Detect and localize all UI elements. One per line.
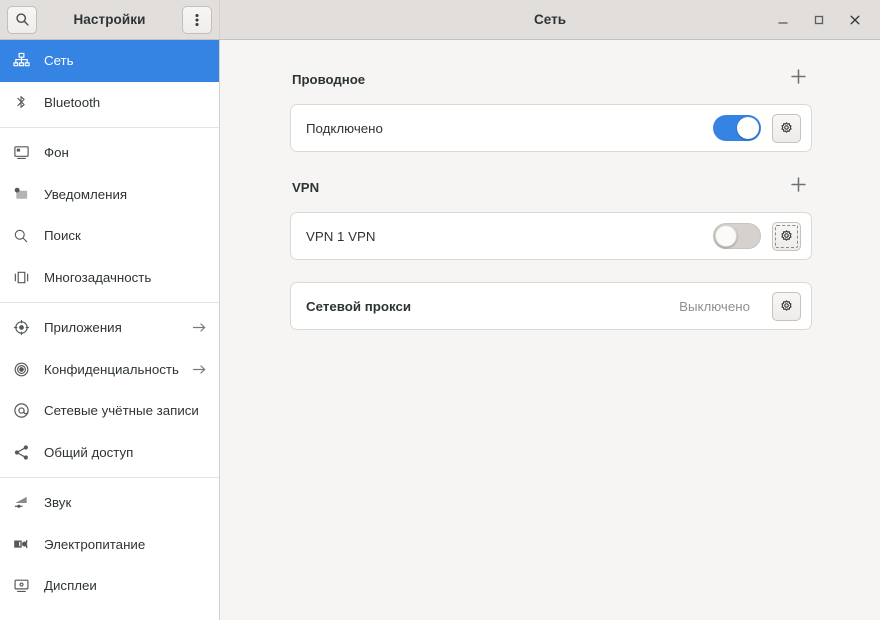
sidebar-item-label: Поиск: [44, 228, 81, 243]
gear-icon: [779, 299, 794, 314]
sidebar-item-12[interactable]: Электропитание: [0, 524, 219, 566]
network-icon: [10, 52, 32, 70]
sidebar-item-label: Приложения: [44, 320, 122, 335]
wallpaper-icon: [10, 144, 32, 162]
applications-icon: [10, 319, 32, 337]
sidebar-item-6[interactable]: Многозадачность: [0, 257, 219, 299]
maximize-button[interactable]: [808, 9, 830, 31]
sidebar-header: Настройки: [0, 0, 220, 39]
sidebar-item-label: Дисплеи: [44, 578, 97, 593]
connection-label: Подключено: [306, 121, 383, 136]
sidebar-item-label: Сетевые учётные записи: [44, 403, 199, 418]
connection-label: Сетевой прокси: [306, 299, 411, 314]
sound-icon: [10, 494, 32, 512]
window-controls: [772, 9, 880, 31]
sidebar-item-11[interactable]: Звук: [0, 482, 219, 524]
sidebar-item-label: Уведомления: [44, 187, 127, 202]
menu-dots-icon: [195, 12, 199, 28]
privacy-icon: [10, 360, 32, 378]
close-button[interactable]: [844, 9, 866, 31]
network-section-1: Проводное Подключено: [290, 66, 812, 152]
notifications-icon: [10, 185, 32, 203]
connection-settings-button[interactable]: [772, 114, 801, 143]
sidebar-item-5[interactable]: Поиск: [0, 215, 219, 257]
sidebar-separator: [0, 477, 219, 478]
chevron-right-icon: [192, 363, 207, 376]
gear-icon: [779, 229, 794, 244]
search-icon: [10, 227, 32, 245]
settings-window: Настройки Сеть: [0, 0, 880, 620]
sidebar-item-label: Электропитание: [44, 537, 145, 552]
window-body: Сеть Bluetooth Фон Уведомления Поиск Многозад…: [0, 40, 880, 620]
titlebar: Настройки Сеть: [0, 0, 880, 40]
sidebar-item-1[interactable]: Сеть: [0, 40, 219, 82]
network-panel: Проводное Подключено VPN VPN 1 VPN Сетевой п…: [220, 40, 880, 620]
window-header: Сеть: [220, 0, 880, 39]
displays-icon: [10, 577, 32, 595]
connection-label: VPN 1 VPN: [306, 229, 375, 244]
bluetooth-icon: [10, 93, 32, 111]
connection-row: Сетевой прокси Выключено: [290, 282, 812, 330]
connection-status-value: Выключено: [679, 299, 761, 314]
section-header: VPN: [290, 174, 812, 200]
sidebar-item-14[interactable]: Мышь и сенсорная панель: [0, 607, 219, 620]
plus-icon: [789, 175, 808, 199]
sidebar-item-label: Фон: [44, 145, 69, 160]
plus-icon: [789, 67, 808, 91]
connection-settings-button[interactable]: [772, 222, 801, 251]
connection-settings-button[interactable]: [772, 292, 801, 321]
sidebar-item-7[interactable]: Приложения: [0, 307, 219, 349]
app-title: Настройки: [37, 12, 182, 27]
sidebar-item-label: Общий доступ: [44, 445, 133, 460]
network-section-3: Сетевой прокси Выключено: [290, 282, 812, 330]
sidebar-item-9[interactable]: Сетевые учётные записи: [0, 390, 219, 432]
sidebar-item-3[interactable]: Фон: [0, 132, 219, 174]
online-accounts-icon: [10, 402, 32, 420]
section-header: Проводное: [290, 66, 812, 92]
connection-row: Подключено: [290, 104, 812, 152]
connection-toggle[interactable]: [713, 115, 761, 141]
main-menu-button[interactable]: [182, 6, 212, 34]
minimize-button[interactable]: [772, 9, 794, 31]
network-section-2: VPN VPN 1 VPN: [290, 174, 812, 260]
sidebar-item-8[interactable]: Конфиденциальность: [0, 349, 219, 391]
gear-icon: [779, 121, 794, 136]
sidebar-item-13[interactable]: Дисплеи: [0, 565, 219, 607]
section-title: Проводное: [292, 72, 365, 87]
power-icon: [10, 535, 32, 553]
sidebar-item-label: Сеть: [44, 53, 74, 68]
connection-toggle[interactable]: [713, 223, 761, 249]
sharing-icon: [10, 443, 32, 461]
add-connection-button[interactable]: [786, 67, 810, 91]
sidebar-item-10[interactable]: Общий доступ: [0, 432, 219, 474]
sidebar-item-label: Многозадачность: [44, 270, 151, 285]
connection-row: VPN 1 VPN: [290, 212, 812, 260]
sidebar-item-label: Конфиденциальность: [44, 362, 179, 377]
sidebar-separator: [0, 127, 219, 128]
sidebar-item-label: Звук: [44, 495, 71, 510]
sidebar-item-label: Bluetooth: [44, 95, 100, 110]
toggle-knob: [737, 117, 759, 139]
sidebar-item-2[interactable]: Bluetooth: [0, 82, 219, 124]
multitasking-icon: [10, 268, 32, 286]
toggle-knob: [715, 225, 737, 247]
search-button[interactable]: [7, 6, 37, 34]
add-connection-button[interactable]: [786, 175, 810, 199]
sidebar-separator: [0, 302, 219, 303]
sidebar: Сеть Bluetooth Фон Уведомления Поиск Многозад…: [0, 40, 220, 620]
section-title: VPN: [292, 180, 319, 195]
chevron-right-icon: [192, 321, 207, 334]
search-icon: [15, 12, 30, 27]
sidebar-item-4[interactable]: Уведомления: [0, 174, 219, 216]
